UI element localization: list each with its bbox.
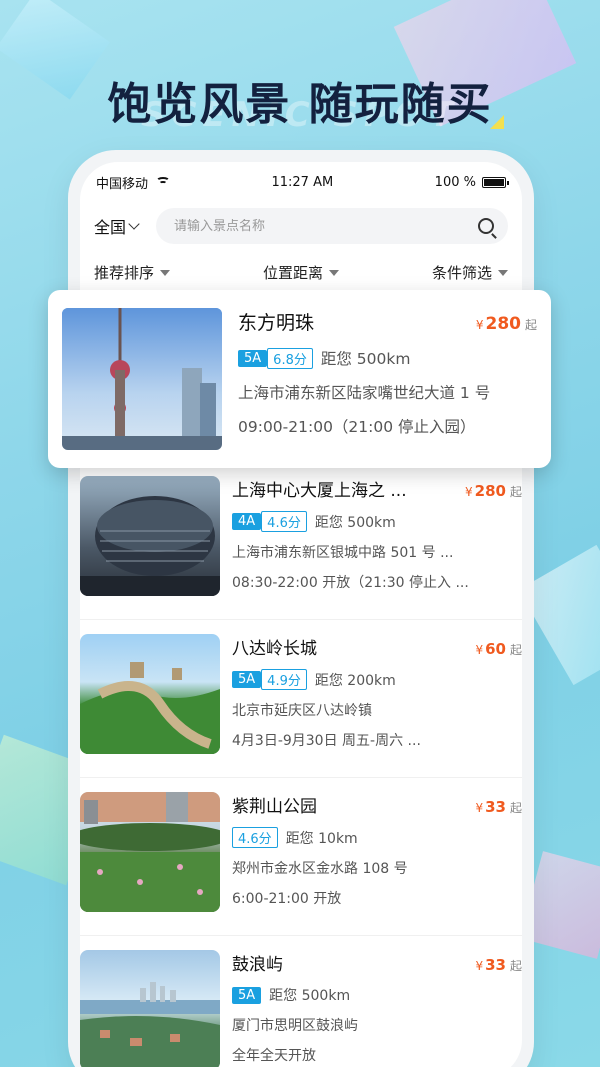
currency-symbol: ¥ xyxy=(475,801,484,815)
score-badge: 4.9分 xyxy=(261,669,307,690)
price-value: 280 xyxy=(474,482,506,500)
filter-distance-label: 位置距离 xyxy=(262,264,323,282)
attraction-name: 紫荆山公园 xyxy=(232,797,317,817)
filter-bar: 推荐排序 位置距离 条件筛选 xyxy=(80,262,522,283)
battery-icon xyxy=(481,176,509,188)
attraction-name: 八达岭长城 xyxy=(232,639,317,659)
level-badge: 5A xyxy=(232,671,262,688)
list-item[interactable]: 上海中心大厦上海之 ... ¥280 起 4A 4.6分 距您 500km 上海市… xyxy=(80,462,522,620)
attraction-name: 上海中心大厦上海之 ... xyxy=(232,481,407,501)
address-text: 北京市延庆区八达岭镇 xyxy=(232,703,372,719)
address-text: 厦门市思明区鼓浪屿 xyxy=(232,1018,358,1034)
level-badge: 5A xyxy=(238,349,268,367)
distance-text: 距您 200km xyxy=(314,672,396,689)
hours-text: 08:30-22:00 开放（21:30 停止入 ... xyxy=(232,575,469,591)
featured-attraction-card[interactable]: 东方明珠 ¥280 起 5A 6.8分 距您 500km 上海市浦东新区陆家嘴世纪… xyxy=(48,290,551,468)
score-badge: 6.8分 xyxy=(267,347,313,369)
attraction-photo xyxy=(80,950,220,1067)
carrier-label: 中国移动 xyxy=(96,176,149,192)
promo-title: 饱览风景 随玩随买 xyxy=(107,79,493,130)
caret-down-icon xyxy=(160,269,171,276)
price-tag: ¥280 起 xyxy=(465,482,522,500)
address-text: 上海市浦东新区银城中路 501 号 ... xyxy=(232,545,454,561)
attraction-photo xyxy=(80,792,220,912)
score-badge: 4.6分 xyxy=(261,511,307,532)
currency-symbol: ¥ xyxy=(475,318,484,332)
price-suffix: 起 xyxy=(509,801,522,815)
attraction-list: 上海中心大厦上海之 ... ¥280 起 4A 4.6分 距您 500km 上海市… xyxy=(80,462,522,1067)
price-value: 60 xyxy=(485,640,506,658)
attraction-photo xyxy=(62,308,222,450)
price-tag: ¥60 起 xyxy=(475,640,522,658)
battery-label: 100 % xyxy=(434,174,476,190)
search-box[interactable] xyxy=(156,208,508,244)
price-tag: ¥33 起 xyxy=(475,956,522,974)
price-suffix: 起 xyxy=(509,959,522,973)
region-selector[interactable]: 全国 xyxy=(94,214,140,238)
chevron-down-icon xyxy=(128,218,140,230)
list-item[interactable]: 鼓浪屿 ¥33 起 5A 距您 500km 厦门市思明区鼓浪屿 全年全天开放 xyxy=(80,936,522,1067)
currency-symbol: ¥ xyxy=(475,643,484,657)
clock: 11:27 AM xyxy=(271,174,334,190)
price-tag: ¥33 起 xyxy=(475,798,522,816)
filter-condition-label: 条件筛选 xyxy=(431,264,492,282)
address-text: 郑州市金水区金水路 108 号 xyxy=(232,861,408,877)
price-value: 33 xyxy=(485,798,506,816)
caret-down-icon xyxy=(497,269,508,276)
attraction-name: 东方明珠 xyxy=(238,312,315,334)
hours-text: 4月3日-9月30日 周五-周六 ... xyxy=(232,733,421,749)
currency-symbol: ¥ xyxy=(475,959,484,973)
distance-text: 距您 500km xyxy=(269,988,351,1004)
status-bar: 中国移动 11:27 AM 100 % xyxy=(80,162,522,202)
filter-sort-label: 推荐排序 xyxy=(94,264,155,282)
distance-text: 距您 500km xyxy=(320,350,411,368)
price-suffix: 起 xyxy=(524,318,537,332)
distance-text: 距您 500km xyxy=(314,514,396,531)
level-badge: 4A xyxy=(232,513,262,530)
caret-down-icon xyxy=(329,269,339,276)
hours-text: 6:00-21:00 开放 xyxy=(232,891,342,907)
filter-distance[interactable]: 位置距离 xyxy=(263,262,339,283)
score-badge: 4.6分 xyxy=(232,827,278,848)
wifi-icon xyxy=(156,177,171,187)
filter-condition[interactable]: 条件筛选 xyxy=(432,262,508,283)
search-row: 全国 xyxy=(80,208,522,244)
region-label: 全国 xyxy=(94,218,127,237)
search-input[interactable] xyxy=(174,218,375,234)
address-text: 上海市浦东新区陆家嘴世纪大道 1 号 xyxy=(238,384,491,402)
hours-text: 09:00-21:00（21:00 停止入园） xyxy=(238,418,476,436)
attraction-photo xyxy=(80,634,220,754)
list-item[interactable]: 八达岭长城 ¥60 起 5A 4.9分 距您 200km 北京市延庆区八达岭镇 4… xyxy=(80,620,522,778)
search-icon[interactable] xyxy=(478,218,494,234)
price-suffix: 起 xyxy=(509,485,522,499)
price-tag: ¥280 起 xyxy=(476,314,537,334)
attraction-name: 鼓浪屿 xyxy=(232,955,283,975)
filter-sort[interactable]: 推荐排序 xyxy=(94,262,171,283)
price-suffix: 起 xyxy=(509,643,522,657)
level-badge: 5A xyxy=(232,986,262,1004)
price-value: 280 xyxy=(485,314,521,334)
price-value: 33 xyxy=(485,956,506,974)
attraction-photo xyxy=(80,476,220,596)
list-item[interactable]: 紫荆山公园 ¥33 起 4.6分 距您 10km 郑州市金水区金水路 108 号 … xyxy=(80,778,522,936)
currency-symbol: ¥ xyxy=(465,485,473,499)
hours-text: 全年全天开放 xyxy=(232,1048,316,1064)
distance-text: 距您 10km xyxy=(285,830,358,847)
